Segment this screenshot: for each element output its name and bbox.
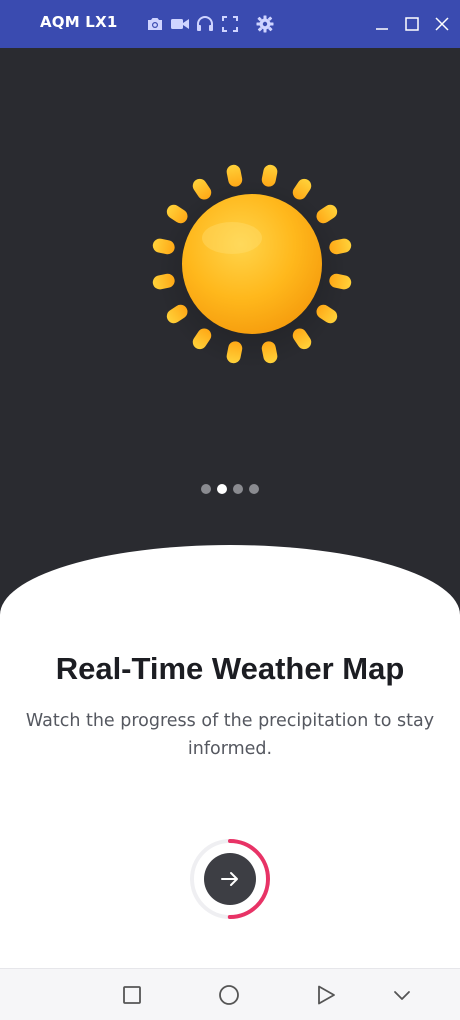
minimize-icon[interactable]: [372, 14, 392, 34]
headphones-icon[interactable]: [195, 14, 215, 34]
page-dot[interactable]: [249, 484, 259, 494]
page-dot[interactable]: [233, 484, 243, 494]
sun-icon: [152, 164, 352, 369]
chevron-down-icon: [394, 991, 410, 1000]
video-icon[interactable]: [170, 14, 190, 34]
info-sheet: Real-Time Weather Map Watch the progress…: [0, 545, 460, 968]
navigation-bar: [0, 968, 460, 1020]
maximize-icon[interactable]: [402, 14, 422, 34]
fullscreen-icon[interactable]: [220, 14, 240, 34]
arrow-right-icon: [221, 872, 238, 886]
window-titlebar: AQM LX1: [0, 0, 460, 48]
page-dot-active[interactable]: [217, 484, 227, 494]
close-icon[interactable]: [432, 14, 452, 34]
recent-apps-button[interactable]: [119, 982, 145, 1008]
page-dot[interactable]: [201, 484, 211, 494]
onboarding-title: Real-Time Weather Map: [55, 651, 405, 686]
collapse-nav-button[interactable]: [389, 982, 415, 1008]
camera-icon[interactable]: [145, 14, 165, 34]
circle-icon: [219, 985, 239, 1005]
progress-ring: [188, 837, 272, 921]
gear-icon[interactable]: [255, 14, 275, 34]
page-indicator: [0, 484, 460, 494]
onboarding-screen: Real-Time Weather Map Watch the progress…: [0, 48, 460, 968]
next-button[interactable]: [204, 853, 256, 905]
home-button[interactable]: [216, 982, 242, 1008]
back-button[interactable]: [313, 982, 339, 1008]
square-icon: [123, 986, 141, 1004]
onboarding-description: Watch the progress of the precipitation …: [25, 711, 435, 759]
triangle-icon: [318, 985, 335, 1005]
window-title: AQM LX1: [40, 13, 118, 31]
